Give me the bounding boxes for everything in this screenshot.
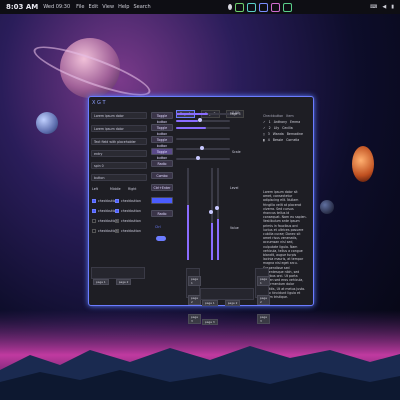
workspace-switcher bbox=[228, 2, 293, 12]
workspace-3[interactable] bbox=[247, 2, 257, 12]
page-chip-9[interactable]: page 1 bbox=[257, 276, 270, 286]
checkbox-8[interactable] bbox=[115, 229, 119, 233]
radio-button[interactable]: Radio bbox=[151, 160, 173, 167]
menu-file[interactable]: File bbox=[76, 4, 84, 10]
bottom-panel-center: page 1 page 2 page 3 bbox=[200, 288, 254, 325]
checkbox-3[interactable] bbox=[92, 209, 96, 213]
bottom-panel-mid: page 1 page 2 page 3 bbox=[186, 268, 201, 324]
radio-middle[interactable]: Middle bbox=[110, 187, 121, 191]
page-chip-1[interactable]: page 1 bbox=[93, 279, 109, 285]
page-chip-5[interactable]: page 3 bbox=[188, 314, 201, 324]
spin-field[interactable]: spin 0 bbox=[91, 162, 147, 169]
page-chip-3[interactable]: page 1 bbox=[188, 276, 201, 286]
slider-knob-3[interactable] bbox=[196, 156, 200, 160]
dark-moon bbox=[320, 200, 334, 214]
menu-help[interactable]: Help bbox=[118, 4, 129, 10]
workspace-5[interactable] bbox=[271, 2, 281, 12]
radio-button-2[interactable]: Radio bbox=[151, 210, 173, 217]
page-chip-6[interactable]: page 1 bbox=[202, 300, 218, 306]
checkbox-label-8: checkbutton bbox=[121, 229, 141, 233]
system-tray: ⌨ ◀ ▮ bbox=[370, 4, 394, 10]
clock[interactable]: 8:03 AM bbox=[6, 3, 38, 11]
checkbox-7[interactable] bbox=[92, 229, 96, 233]
check-icon: ✓ bbox=[263, 126, 266, 130]
v-slider-3[interactable] bbox=[217, 168, 219, 260]
text-button[interactable]: Ctrl+Enter bbox=[151, 184, 173, 191]
blue-planet bbox=[36, 112, 58, 134]
toggle-button-3[interactable]: Toggle button bbox=[151, 136, 173, 148]
workspace-1[interactable] bbox=[228, 4, 233, 10]
radio-left[interactable]: Left bbox=[92, 187, 98, 191]
document-icon: ▯ bbox=[263, 132, 265, 136]
checkbox-label-6: checkbutton bbox=[121, 219, 141, 223]
top-panel: 8:03 AM Wed 09:30 File Edit View Help Se… bbox=[0, 0, 400, 14]
check-icon: ✓ bbox=[263, 120, 266, 124]
workspace-6[interactable] bbox=[283, 2, 293, 12]
v-knob-2[interactable] bbox=[215, 206, 219, 210]
checkbox-5[interactable] bbox=[92, 219, 96, 223]
combo-field[interactable]: button bbox=[91, 174, 147, 181]
menu-bar: File Edit View Help Search bbox=[76, 4, 151, 10]
page-chip-11[interactable]: page 3 bbox=[257, 314, 270, 324]
window-title: X G T bbox=[92, 100, 106, 106]
h-slider-3[interactable] bbox=[176, 138, 230, 140]
menu-edit[interactable]: Edit bbox=[89, 4, 99, 10]
placeholder-entry[interactable]: Text field with placeholder bbox=[91, 138, 147, 145]
list-item[interactable]: ▮ 4 Bessie Cornelia bbox=[263, 137, 307, 143]
page-chip-7[interactable]: page 2 bbox=[224, 300, 241, 306]
bottom-panel-right: page 1 page 2 page 3 bbox=[255, 268, 270, 324]
checkbox-label-4: checkbutton bbox=[121, 209, 141, 213]
radio-right[interactable]: Right bbox=[128, 187, 136, 191]
level-label: Level bbox=[230, 186, 239, 190]
page-chip-10[interactable]: page 2 bbox=[257, 295, 270, 305]
value-label: Value bbox=[230, 226, 239, 230]
h-slider-5[interactable] bbox=[176, 158, 230, 160]
toggle-button-1[interactable]: Toggle button bbox=[151, 112, 173, 124]
orange-planet bbox=[352, 146, 374, 182]
volume-icon[interactable]: ◀ bbox=[382, 4, 386, 10]
toggle-switch[interactable] bbox=[156, 236, 166, 241]
checkbox-6[interactable] bbox=[115, 219, 119, 223]
slider-knob-1[interactable] bbox=[198, 118, 202, 122]
combo-button[interactable]: Combo bbox=[151, 172, 173, 179]
workspace-2[interactable] bbox=[235, 2, 245, 12]
accent-button[interactable] bbox=[151, 197, 173, 204]
slider-value-label: 0.00 bbox=[232, 111, 240, 115]
menu-search[interactable]: Search bbox=[133, 4, 150, 10]
text-entry-1[interactable]: Lorem ipsum dolor bbox=[91, 112, 147, 119]
progress-bar bbox=[176, 113, 230, 115]
link-label[interactable]: Ctrl bbox=[155, 225, 161, 229]
scale-label: Scale bbox=[232, 150, 241, 154]
progress-fill bbox=[176, 113, 209, 115]
page-chip-8[interactable]: page 3 bbox=[202, 319, 218, 325]
slider-knob-2[interactable] bbox=[200, 146, 204, 150]
toggle-button-4[interactable]: Toggle button bbox=[151, 148, 173, 160]
page-chip-2[interactable]: page 2 bbox=[115, 279, 132, 285]
text-entry-2[interactable]: Lorem ipsum dolor bbox=[91, 125, 147, 132]
battery-icon[interactable]: ▮ bbox=[391, 4, 394, 10]
date: Wed 09:30 bbox=[43, 4, 71, 10]
h-slider-2[interactable] bbox=[176, 127, 230, 129]
bottom-panel-left: page 1 page 2 bbox=[91, 267, 145, 285]
toggle-button-2[interactable]: Toggle button bbox=[151, 124, 173, 136]
keyboard-icon[interactable]: ⌨ bbox=[370, 4, 377, 10]
document-icon: ▮ bbox=[263, 138, 265, 142]
checkbox-1[interactable] bbox=[92, 199, 96, 203]
tab-bar: Page 1 Page 2 Page 3 bbox=[176, 100, 245, 119]
entry-field[interactable]: entry bbox=[91, 150, 147, 157]
menu-view[interactable]: View bbox=[102, 4, 114, 10]
checkbox-label-2: checkbutton bbox=[121, 199, 141, 203]
v-slider-2[interactable] bbox=[211, 168, 213, 260]
checkbox-2[interactable] bbox=[115, 199, 119, 203]
h-slider-1[interactable] bbox=[176, 120, 230, 122]
v-slider-1[interactable] bbox=[187, 168, 189, 260]
v-knob-1[interactable] bbox=[209, 210, 213, 214]
list-view: Checkbutton Item ✓ 1 Anthony Emma ✓ 2 Li… bbox=[263, 113, 307, 143]
checkbox-4[interactable] bbox=[115, 209, 119, 213]
workspace-4[interactable] bbox=[259, 2, 269, 12]
